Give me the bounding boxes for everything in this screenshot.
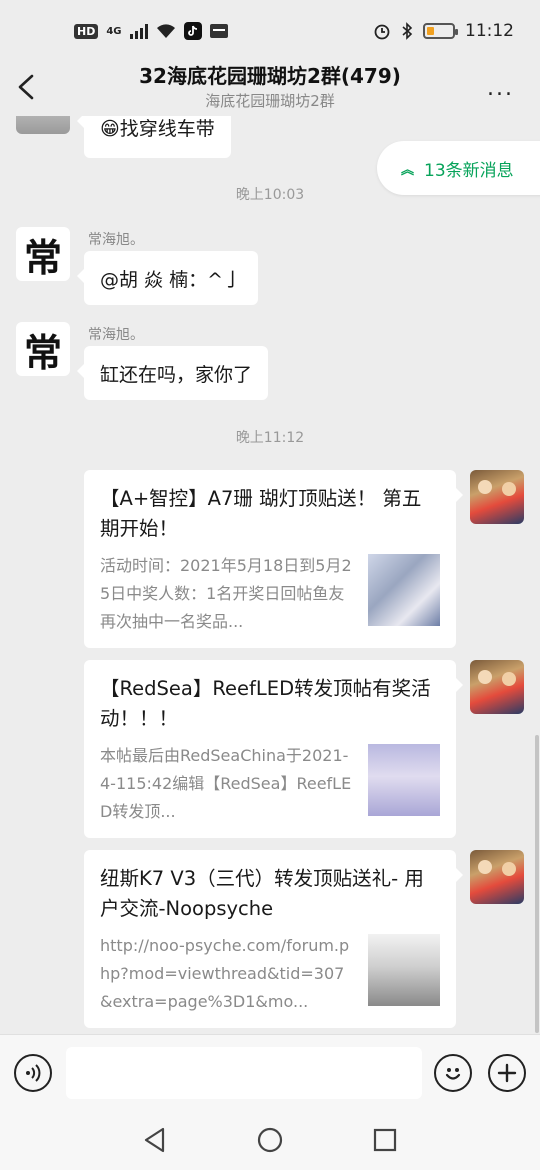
sender-name: 常海旭。 <box>88 232 144 248</box>
input-bar <box>0 1034 540 1110</box>
card-thumbnail <box>368 554 440 626</box>
battery-icon <box>423 23 458 39</box>
card-title: 【A+智控】A7珊 瑚灯顶贴送！ 第五期开始！ <box>100 487 422 540</box>
card-thumbnail <box>368 934 440 1006</box>
card-title: 【RedSea】ReefLED转发顶帖有奖活动！！！ <box>100 677 431 730</box>
card-body: 本帖最后由RedSeaChina于2021-4-115:42编辑【RedSea】… <box>100 742 440 826</box>
chat-subtitle: 海底花园珊瑚坊2群 <box>205 92 335 110</box>
link-card[interactable]: 【A+智控】A7珊 瑚灯顶贴送！ 第五期开始！ 活动时间：2021年5月18日到… <box>84 470 463 648</box>
hd-badge: HD <box>74 23 99 39</box>
nav-home-icon[interactable] <box>256 1126 284 1154</box>
bluetooth-icon <box>402 22 413 40</box>
card-body: 活动时间：2021年5月18日到5月25日中奖人数：1名开奖日回帖鱼友再次抽中一… <box>100 552 440 636</box>
nav-back-icon[interactable] <box>141 1126 169 1154</box>
card-description: 活动时间：2021年5月18日到5月25日中奖人数：1名开奖日回帖鱼友再次抽中一… <box>100 556 352 631</box>
voice-icon[interactable] <box>14 1054 52 1092</box>
plus-icon[interactable] <box>488 1054 526 1092</box>
link-card[interactable]: 纽斯K7 V3（三代）转发顶贴送礼- 用户交流-Noopsyche http:/… <box>84 850 463 1028</box>
avatar[interactable] <box>16 116 70 134</box>
back-arrow-icon[interactable] <box>14 72 44 102</box>
avatar[interactable] <box>470 660 524 714</box>
emoji-icon[interactable] <box>434 1054 472 1092</box>
status-left: HD 4G <box>74 22 228 40</box>
tiktok-icon <box>183 22 202 40</box>
title-bar: 32海底花园珊瑚坊2群(479) 海底花园珊瑚坊2群 ... <box>0 62 540 116</box>
avatar[interactable] <box>470 470 524 524</box>
avatar[interactable]: 常 <box>16 227 70 281</box>
status-right: 11:12 <box>373 21 514 41</box>
message-bubble[interactable]: 😁找穿线车带 <box>77 116 231 158</box>
message-bubble[interactable]: @胡 焱 楠：^亅 <box>77 251 258 305</box>
app-notification-icon <box>209 24 228 38</box>
clock: 11:12 <box>465 21 514 41</box>
link-card[interactable]: 【RedSea】ReefLED转发顶帖有奖活动！！！ 本帖最后由RedSeaCh… <box>84 660 463 838</box>
message-input[interactable] <box>66 1047 422 1099</box>
card-thumbnail <box>368 744 440 816</box>
status-bar: HD 4G 11:12 <box>0 0 540 62</box>
card-title: 纽斯K7 V3（三代）转发顶贴送礼- 用户交流-Noopsyche <box>100 867 424 920</box>
system-nav-bar <box>0 1110 540 1170</box>
chat-area[interactable]: 😁找穿线车带 晚上10:03 常 常海旭。 @胡 焱 楠：^亅 常 常海旭。 缸… <box>0 116 540 1034</box>
wifi-icon <box>156 24 175 38</box>
new-messages-label: 13条新消息 <box>424 160 514 181</box>
double-chevron-up-icon: ︽ <box>401 162 415 178</box>
card-body: http://noo-psyche.com/forum.php?mod=view… <box>100 932 440 1016</box>
signal-icon <box>129 23 148 39</box>
more-dots-icon[interactable]: ... <box>487 76 514 101</box>
nav-recent-icon[interactable] <box>371 1126 399 1154</box>
card-description: http://noo-psyche.com/forum.php?mod=view… <box>100 936 350 1011</box>
avatar[interactable]: 常 <box>16 322 70 376</box>
chat-title: 32海底花园珊瑚坊2群(479) <box>139 64 401 88</box>
timestamp: 晚上11:12 <box>235 430 305 446</box>
new-messages-button[interactable]: ︽ 13条新消息 <box>377 141 540 195</box>
sender-name: 常海旭。 <box>88 327 144 343</box>
chat-titles: 32海底花园珊瑚坊2群(479) 海底花园珊瑚坊2群 <box>80 62 460 112</box>
network-type: 4G <box>106 25 122 37</box>
card-description: 本帖最后由RedSeaChina于2021-4-115:42编辑【RedSea】… <box>100 746 352 821</box>
scrollbar[interactable] <box>535 735 539 1033</box>
alarm-icon <box>374 24 390 40</box>
avatar[interactable] <box>470 850 524 904</box>
message-bubble[interactable]: 缸还在吗，家你了 <box>76 346 269 400</box>
